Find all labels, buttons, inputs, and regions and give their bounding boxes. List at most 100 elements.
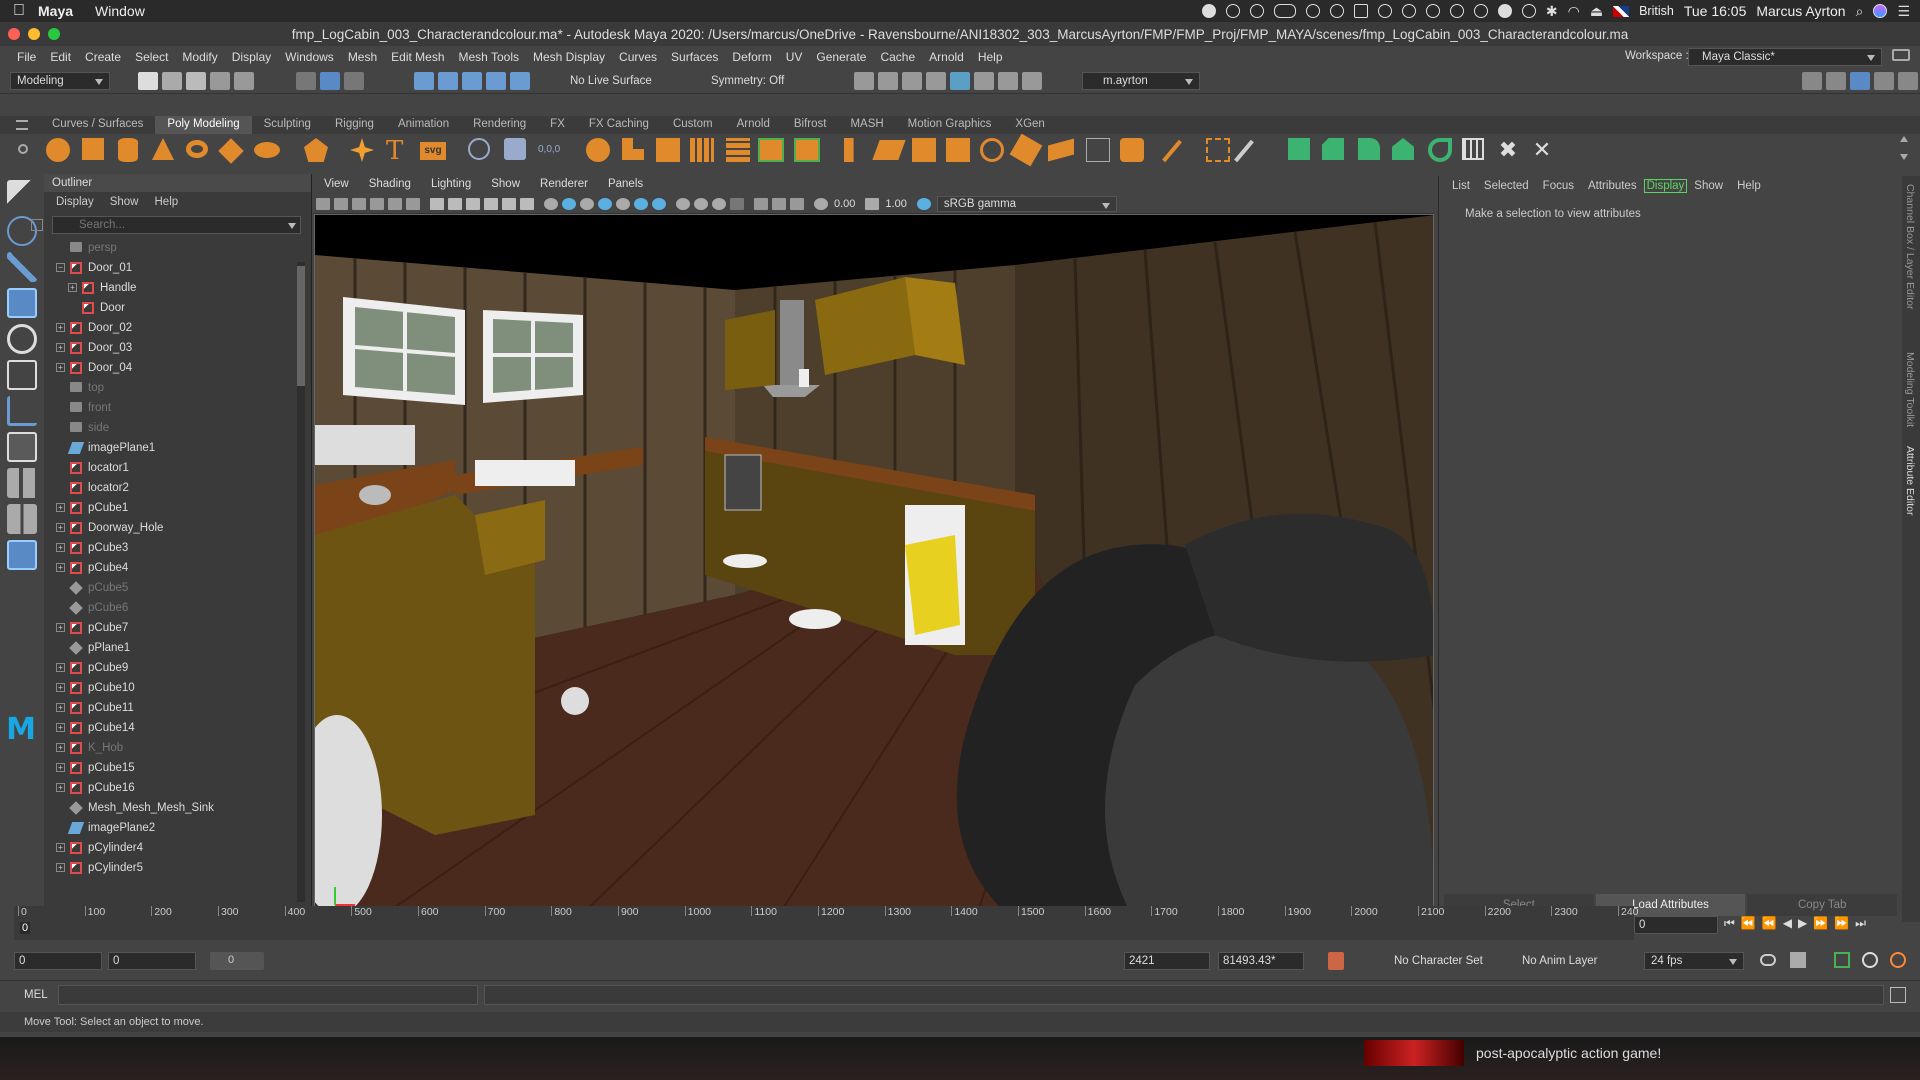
- safe-action-icon[interactable]: [520, 197, 534, 210]
- viewport-menu-show[interactable]: Show: [481, 176, 530, 194]
- connect-icon[interactable]: [1009, 133, 1043, 167]
- menu-cache[interactable]: Cache: [873, 50, 922, 64]
- outliner-item[interactable]: + Doorway_Hole: [44, 518, 311, 538]
- siri-icon[interactable]: [1873, 4, 1888, 18]
- smooth-icon[interactable]: [656, 138, 680, 162]
- wifi-icon[interactable]: ◠: [1568, 3, 1580, 20]
- outliner-item[interactable]: pPlane1: [44, 638, 311, 658]
- extrude-icon[interactable]: [690, 138, 714, 162]
- workspace-dropdown[interactable]: Maya Classic*: [1688, 48, 1882, 66]
- tool-settings-icon[interactable]: [1874, 72, 1894, 90]
- select-camera-icon[interactable]: [316, 197, 330, 210]
- pause-icon[interactable]: [1022, 72, 1042, 90]
- command-input[interactable]: [58, 985, 478, 1005]
- outliner-item[interactable]: front: [44, 398, 311, 418]
- wedge-icon[interactable]: [1428, 138, 1452, 162]
- shelf-tab-curves-surfaces[interactable]: Curves / Surfaces: [40, 116, 155, 134]
- lock-icon[interactable]: [1892, 49, 1910, 61]
- outliner-menu-display[interactable]: Display: [56, 196, 94, 208]
- arnold-ipr-icon[interactable]: [998, 72, 1018, 90]
- slide-edge-icon[interactable]: [1120, 138, 1144, 162]
- outliner-item[interactable]: + pCube1: [44, 498, 311, 518]
- append-icon[interactable]: [912, 138, 936, 162]
- move-tool-icon[interactable]: [7, 288, 37, 318]
- textured-icon[interactable]: [598, 197, 612, 210]
- user-name[interactable]: Marcus Ayrton: [1756, 3, 1845, 19]
- ae-menu-attributes[interactable]: Attributes: [1581, 180, 1644, 192]
- bridge-icon[interactable]: [726, 138, 750, 162]
- rotate-tool-icon[interactable]: [7, 324, 37, 354]
- separate-icon[interactable]: [622, 138, 644, 160]
- shelf-tab-custom[interactable]: Custom: [661, 116, 725, 134]
- super-shape-icon[interactable]: [350, 138, 374, 162]
- viewport-menu-view[interactable]: View: [314, 176, 359, 194]
- playback-start-field[interactable]: 0: [108, 952, 196, 970]
- outliner-vscrollbar[interactable]: [297, 262, 305, 902]
- sculpt-icon[interactable]: [468, 138, 490, 160]
- shelf-tab-bifrost[interactable]: Bifrost: [782, 116, 839, 134]
- expand-icon[interactable]: +: [56, 563, 65, 572]
- poly-disc-icon[interactable]: [254, 142, 280, 158]
- ae-menu-list[interactable]: List: [1445, 180, 1477, 192]
- menu-deform[interactable]: Deform: [725, 50, 778, 64]
- menu-arnold[interactable]: Arnold: [922, 50, 971, 64]
- expand-icon[interactable]: +: [56, 523, 65, 532]
- shadows-icon[interactable]: [634, 197, 648, 210]
- viewport-menu-renderer[interactable]: Renderer: [530, 176, 598, 194]
- chamfer-green-icon[interactable]: [1322, 138, 1344, 160]
- gamepad-icon[interactable]: [1449, 4, 1464, 18]
- undo-icon[interactable]: [210, 72, 230, 90]
- animation-start-field[interactable]: 0: [14, 952, 102, 970]
- ae-menu-focus[interactable]: Focus: [1536, 180, 1581, 192]
- wireframe-icon[interactable]: [544, 197, 558, 210]
- expand-icon[interactable]: +: [68, 283, 77, 292]
- outliner-item[interactable]: + K_Hob: [44, 738, 311, 758]
- fill-hole-icon[interactable]: [872, 140, 906, 160]
- outliner-menu-show[interactable]: Show: [110, 196, 139, 208]
- menu-create[interactable]: Create: [78, 50, 128, 64]
- notification-banner[interactable]: post-apocalyptic action game!: [1364, 1040, 1784, 1066]
- render-seq-icon[interactable]: [878, 72, 898, 90]
- poly-cone-icon[interactable]: [152, 138, 174, 160]
- loop-icon[interactable]: [1760, 954, 1776, 966]
- shelf-scroll-up-icon[interactable]: [1900, 136, 1908, 142]
- snap-grid-icon[interactable]: [414, 72, 434, 90]
- account-dropdown[interactable]: m.ayrton: [1082, 72, 1200, 90]
- shelf-scroll-down-icon[interactable]: [1900, 154, 1908, 160]
- auto-key-icon[interactable]: [1328, 952, 1344, 970]
- ipr-icon[interactable]: [902, 72, 922, 90]
- outliner-item[interactable]: imagePlane2: [44, 818, 311, 838]
- viewport-menu-shading[interactable]: Shading: [359, 176, 421, 194]
- collapse-icon[interactable]: −: [56, 263, 65, 272]
- menu-edit[interactable]: Edit: [43, 50, 78, 64]
- svg-tool-icon[interactable]: svg: [420, 142, 446, 160]
- gamma-icon[interactable]: [865, 197, 880, 210]
- character-controls-icon[interactable]: [1826, 72, 1846, 90]
- outliner-item[interactable]: + pCube10: [44, 678, 311, 698]
- exposure-value[interactable]: 0.00: [834, 198, 855, 210]
- select-component-icon[interactable]: [344, 72, 364, 90]
- outliner-item[interactable]: + Door_02: [44, 318, 311, 338]
- shelf-tab-arnold[interactable]: Arnold: [725, 116, 782, 134]
- expand-icon[interactable]: +: [56, 363, 65, 372]
- snap-view-icon[interactable]: [486, 72, 506, 90]
- arnold-render-icon[interactable]: [974, 72, 994, 90]
- reduce-icon[interactable]: [1392, 138, 1414, 160]
- poly-cylinder-icon[interactable]: [118, 138, 138, 162]
- spotify-icon[interactable]: [1497, 4, 1512, 18]
- input-language[interactable]: British: [1639, 4, 1674, 18]
- mac-window-menu[interactable]: Window: [95, 3, 145, 19]
- app-name-menu[interactable]: Maya: [38, 3, 73, 19]
- calendar-icon[interactable]: [1353, 4, 1368, 18]
- menu-file[interactable]: File: [10, 50, 43, 64]
- step-back-key-icon[interactable]: ⏪: [1741, 916, 1756, 931]
- viewport-menu-lighting[interactable]: Lighting: [421, 176, 481, 194]
- four-view-layout-icon[interactable]: [7, 468, 37, 498]
- view-transform-dropdown[interactable]: sRGB gamma: [936, 195, 1117, 212]
- step-forward-key-red-icon[interactable]: ⏩: [1813, 916, 1828, 931]
- expand-icon[interactable]: +: [56, 543, 65, 552]
- gate-mask-icon[interactable]: [484, 197, 498, 210]
- save-scene-icon[interactable]: [186, 72, 206, 90]
- outliner-scroll-thumb[interactable]: [297, 266, 305, 386]
- extrude-green-icon[interactable]: [1288, 138, 1310, 160]
